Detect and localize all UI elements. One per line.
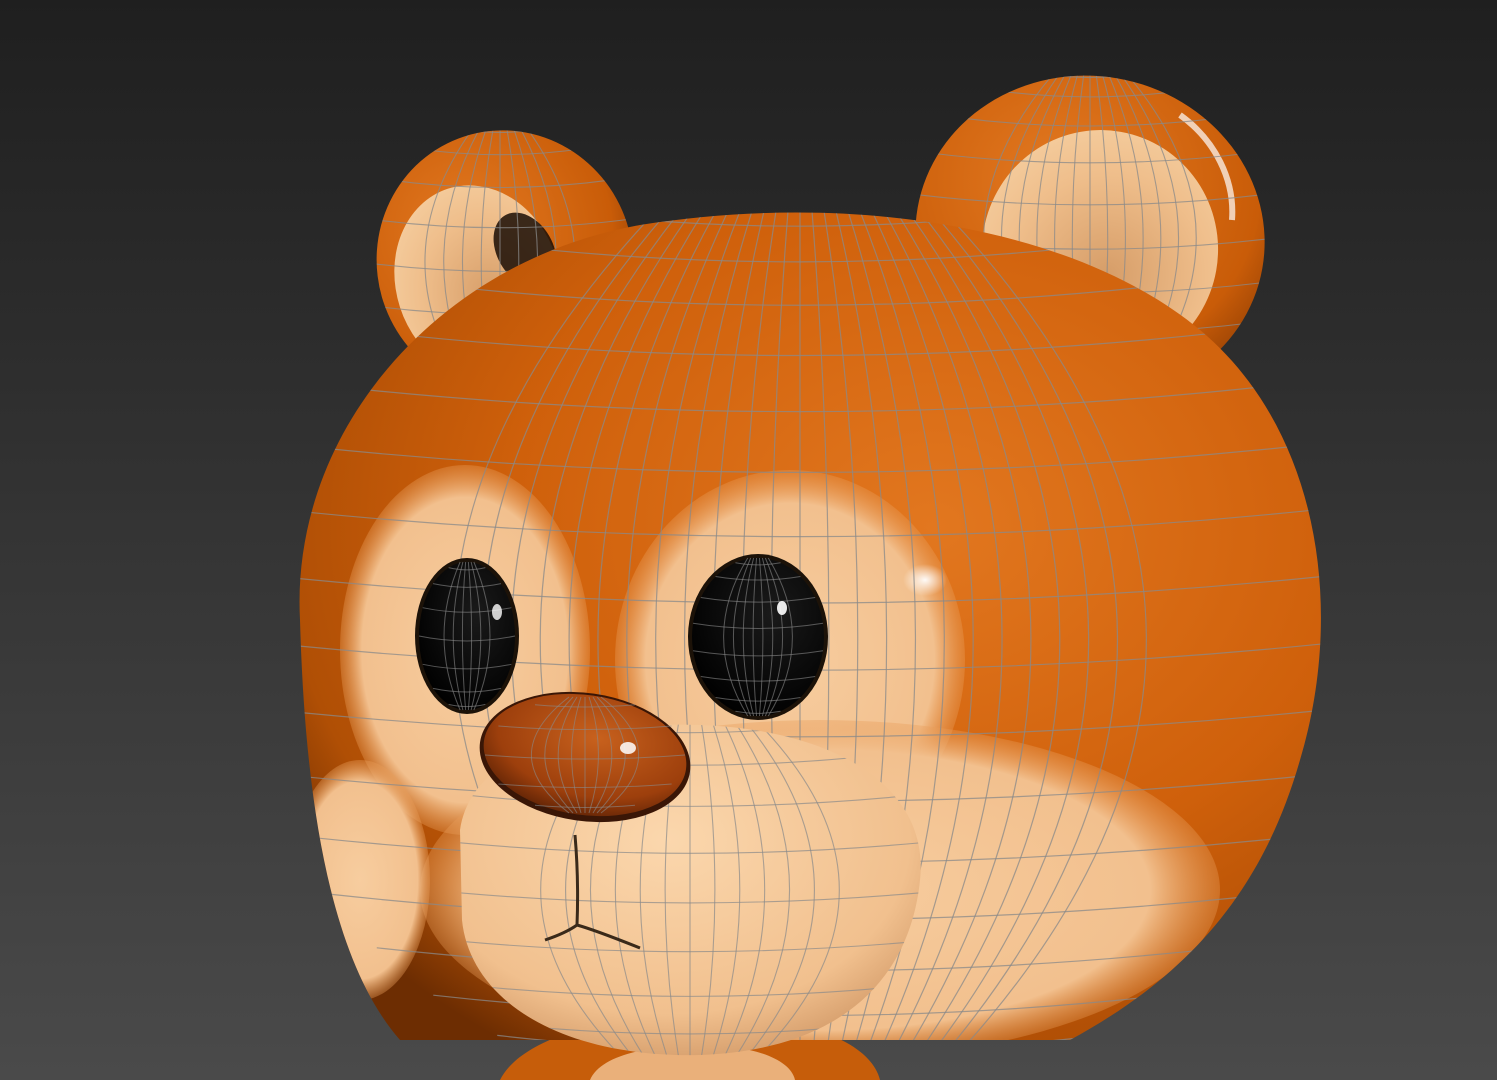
right-eye[interactable]	[688, 554, 828, 720]
3d-viewport[interactable]	[0, 0, 1497, 1080]
head-specular-highlight	[903, 564, 947, 596]
left-eye[interactable]	[415, 558, 519, 714]
viewport-scene[interactable]	[0, 0, 1497, 1080]
